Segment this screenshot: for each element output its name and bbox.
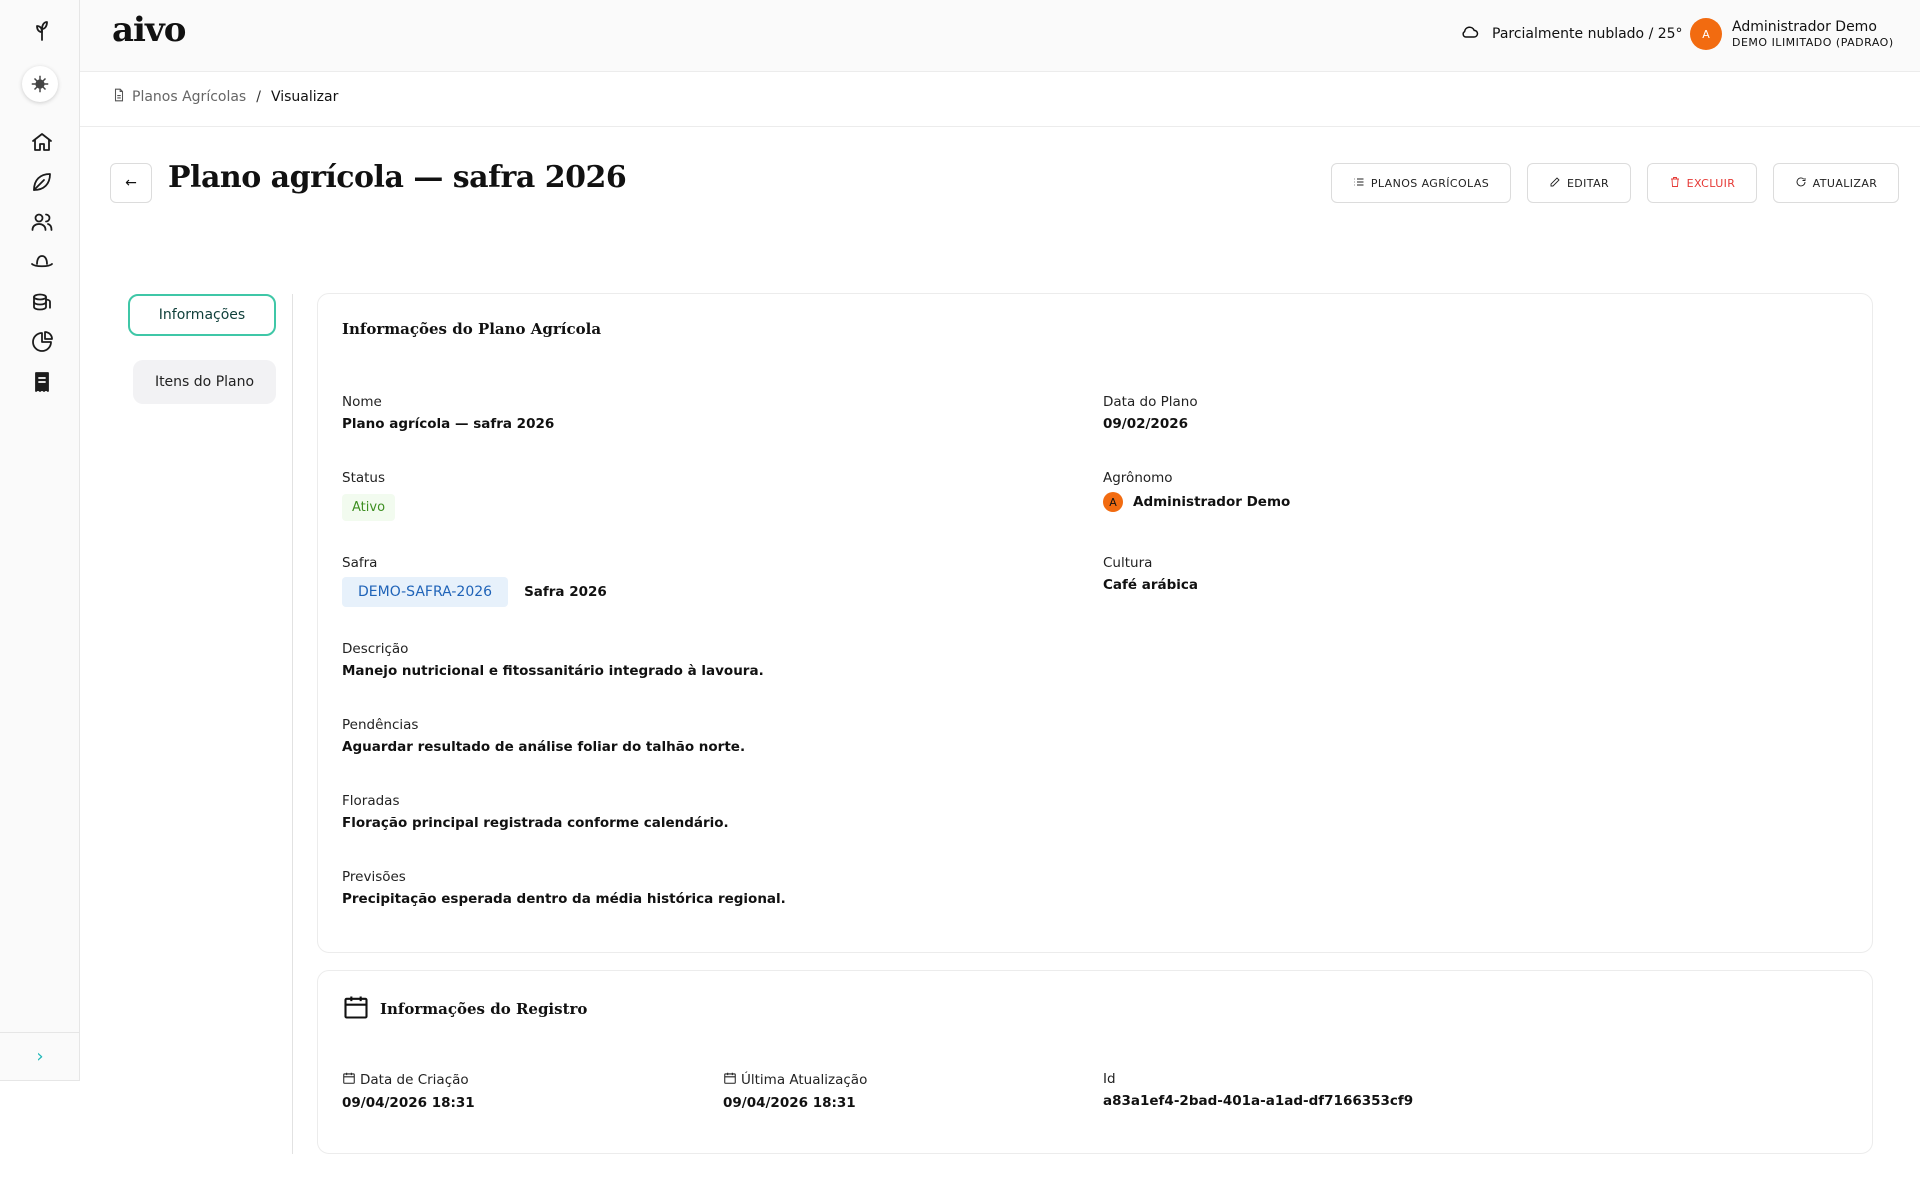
hat-icon[interactable]	[28, 248, 56, 276]
list-icon	[1353, 176, 1365, 191]
field-value: Administrador Demo	[1133, 494, 1291, 510]
field-label: Pendências	[342, 717, 419, 733]
tab-itens-do-plano[interactable]: Itens do Plano	[133, 360, 276, 404]
cloud-icon	[1460, 22, 1480, 46]
user-plan: DEMO ILIMITADO (PADRAO)	[1732, 35, 1894, 49]
field-label: Safra	[342, 555, 378, 571]
avatar: A	[1103, 492, 1123, 512]
receipt-icon[interactable]	[28, 368, 56, 396]
page-title: Plano agrícola — safra 2026	[168, 160, 627, 195]
field-previsoes: Previsões Precipitação esperada dentro d…	[342, 869, 786, 907]
arrow-left-icon: ←	[125, 175, 137, 191]
field-value: 09/04/2026 18:31	[723, 1095, 856, 1111]
field-label: Previsões	[342, 869, 406, 885]
field-value: 09/02/2026	[1103, 416, 1189, 432]
field-data-de-criacao: Data de Criação 09/04/2026 18:31	[342, 1071, 475, 1111]
breadcrumb: Planos Agrícolas / Visualizar	[112, 88, 338, 106]
field-ultima-atualizacao: Última Atualização 09/04/2026 18:31	[723, 1071, 867, 1111]
field-label: Nome	[342, 394, 382, 410]
chevron-right-icon: ›	[36, 1046, 44, 1067]
brand-logo[interactable]: aivo	[112, 10, 186, 50]
record-info-title-text: Informações do Registro	[380, 1000, 588, 1018]
trash-icon	[1669, 176, 1681, 191]
pie-chart-icon[interactable]	[28, 328, 56, 356]
safra-code-chip[interactable]: DEMO-SAFRA-2026	[342, 577, 509, 607]
field-label: Última Atualização	[723, 1071, 867, 1089]
field-safra: Safra DEMO-SAFRA-2026 Safra 2026	[342, 555, 607, 607]
coins-icon[interactable]	[28, 288, 56, 316]
plant-logo-icon[interactable]	[28, 16, 56, 44]
field-label: Data do Plano	[1103, 394, 1198, 410]
weather-text: Parcialmente nublado / 25°	[1492, 26, 1683, 42]
field-status: Status Ativo	[342, 470, 396, 521]
field-value: Manejo nutricional e fitossanitário inte…	[342, 663, 764, 679]
breadcrumb-separator: /	[256, 89, 261, 105]
back-button[interactable]: ←	[110, 163, 152, 203]
tab-informacoes[interactable]: Informações	[128, 294, 276, 336]
pencil-icon	[1549, 176, 1561, 191]
field-label: Floradas	[342, 793, 400, 809]
planos-agricolas-button[interactable]: PLANOS AGRÍCOLAS	[1331, 163, 1511, 203]
sidebar: ›	[0, 0, 80, 1081]
leaf-icon[interactable]	[28, 168, 56, 196]
field-label: Cultura	[1103, 555, 1153, 571]
refresh-icon	[1795, 176, 1807, 191]
refresh-button[interactable]: ATUALIZAR	[1773, 163, 1899, 203]
edit-label: EDITAR	[1566, 176, 1610, 190]
avatar: A	[1690, 18, 1722, 50]
field-label: Status	[342, 470, 386, 486]
breadcrumb-link-planos[interactable]: Planos Agrícolas	[132, 89, 246, 105]
calendar-icon	[342, 1071, 356, 1089]
field-data-do-plano: Data do Plano 09/02/2026	[1103, 394, 1198, 432]
breadcrumb-current: Visualizar	[270, 89, 339, 105]
home-icon[interactable]	[28, 128, 56, 156]
field-value: 09/04/2026 18:31	[342, 1095, 475, 1111]
plan-info-card: Informações do Plano Agrícola Nome Plano…	[317, 293, 1873, 953]
field-nome: Nome Plano agrícola — safra 2026	[342, 394, 554, 432]
document-icon	[112, 88, 126, 106]
field-value: Precipitação esperada dentro da média hi…	[342, 891, 786, 907]
field-label: Descrição	[342, 641, 409, 657]
record-info-title: Informações do Registro	[342, 993, 587, 1025]
refresh-label: ATUALIZAR	[1812, 176, 1878, 190]
planos-agricolas-label: PLANOS AGRÍCOLAS	[1370, 176, 1490, 190]
field-cultura: Cultura Café arábica	[1103, 555, 1198, 593]
delete-label: EXCLUIR	[1686, 176, 1736, 190]
field-id: Id a83a1ef4-2bad-401a-a1ad-df7166353cf9	[1103, 1071, 1413, 1109]
record-info-card: Informações do Registro Data de Criação …	[317, 970, 1873, 1154]
field-label: Data de Criação	[342, 1071, 475, 1089]
field-label-text: Data de Criação	[360, 1072, 469, 1088]
calendar-icon	[342, 993, 370, 1025]
field-label: Id	[1103, 1071, 1116, 1087]
divider	[80, 126, 1920, 127]
field-value: a83a1ef4-2bad-401a-a1ad-df7166353cf9	[1103, 1093, 1414, 1109]
field-floradas: Floradas Floração principal registrada c…	[342, 793, 729, 831]
status-badge: Ativo	[342, 494, 396, 521]
users-icon[interactable]	[28, 208, 56, 236]
field-descricao: Descrição Manejo nutricional e fitossani…	[342, 641, 764, 679]
plan-info-title: Informações do Plano Agrícola	[342, 320, 602, 338]
field-label-text: Última Atualização	[741, 1072, 868, 1088]
field-value: Aguardar resultado de análise foliar do …	[342, 739, 746, 755]
top-header: aivo Parcialmente nublado / 25° A Admini…	[80, 0, 1920, 72]
expand-sidebar-button[interactable]: ›	[0, 1032, 80, 1080]
weather-widget: Parcialmente nublado / 25°	[1460, 22, 1683, 46]
field-value: Floração principal registrada conforme c…	[342, 815, 729, 831]
edit-button[interactable]: EDITAR	[1527, 163, 1631, 203]
field-label: Agrônomo	[1103, 470, 1173, 486]
calendar-icon	[723, 1071, 737, 1089]
field-value: Café arábica	[1103, 577, 1199, 593]
divider	[292, 294, 293, 1154]
delete-button[interactable]: EXCLUIR	[1647, 163, 1757, 203]
field-value: Plano agrícola — safra 2026	[342, 416, 555, 432]
user-name: Administrador Demo	[1732, 18, 1877, 35]
field-agronomo: Agrônomo A Administrador Demo	[1103, 470, 1290, 512]
company-logo-icon[interactable]	[22, 66, 58, 102]
user-menu[interactable]: A Administrador Demo DEMO ILIMITADO (PAD…	[1690, 18, 1894, 50]
field-pendencias: Pendências Aguardar resultado de análise…	[342, 717, 745, 755]
safra-name: Safra 2026	[524, 584, 607, 600]
